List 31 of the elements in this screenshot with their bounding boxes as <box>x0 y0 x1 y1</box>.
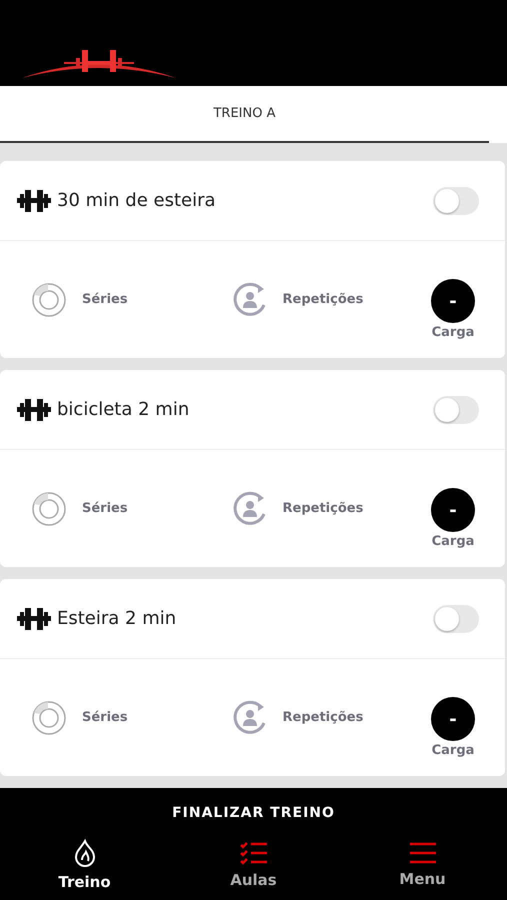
exercise-title: Esteira 2 min <box>57 608 178 630</box>
person-cycle-icon <box>230 490 268 528</box>
ring-icon <box>30 698 68 737</box>
dumbbell-icon <box>17 188 51 213</box>
dumbbell-icon <box>17 398 51 422</box>
toggle-switch[interactable] <box>433 604 479 633</box>
load-button[interactable]: - <box>431 279 475 324</box>
reps-label: Repetições <box>282 292 364 308</box>
checklist-icon <box>240 841 268 866</box>
series-label: Séries <box>82 501 128 516</box>
series-label: Séries <box>82 710 128 726</box>
flame-icon <box>72 839 96 868</box>
ring-icon <box>30 490 68 528</box>
toggle-switch[interactable] <box>433 186 479 215</box>
ring-icon <box>30 280 68 319</box>
load-label: Carga <box>432 325 474 340</box>
reps-label: Repetições <box>282 710 364 726</box>
finish-button[interactable]: FINALIZAR TREINO <box>0 788 507 830</box>
reps-label: Repetições <box>282 501 364 516</box>
load-button[interactable]: - <box>431 697 475 742</box>
person-cycle-icon <box>230 698 268 737</box>
load-label: Carga <box>432 534 474 550</box>
exercise-title: bicicleta 2 min <box>57 399 190 420</box>
toggle-switch[interactable] <box>433 396 479 424</box>
load-button[interactable]: - <box>431 488 475 532</box>
exercise-title: 30 min de esteira <box>57 190 217 212</box>
load-label: Carga <box>432 743 474 758</box>
menu-icon <box>408 842 436 864</box>
dumbbell-icon <box>17 606 51 631</box>
person-cycle-icon <box>230 280 268 319</box>
series-label: Séries <box>82 292 128 308</box>
